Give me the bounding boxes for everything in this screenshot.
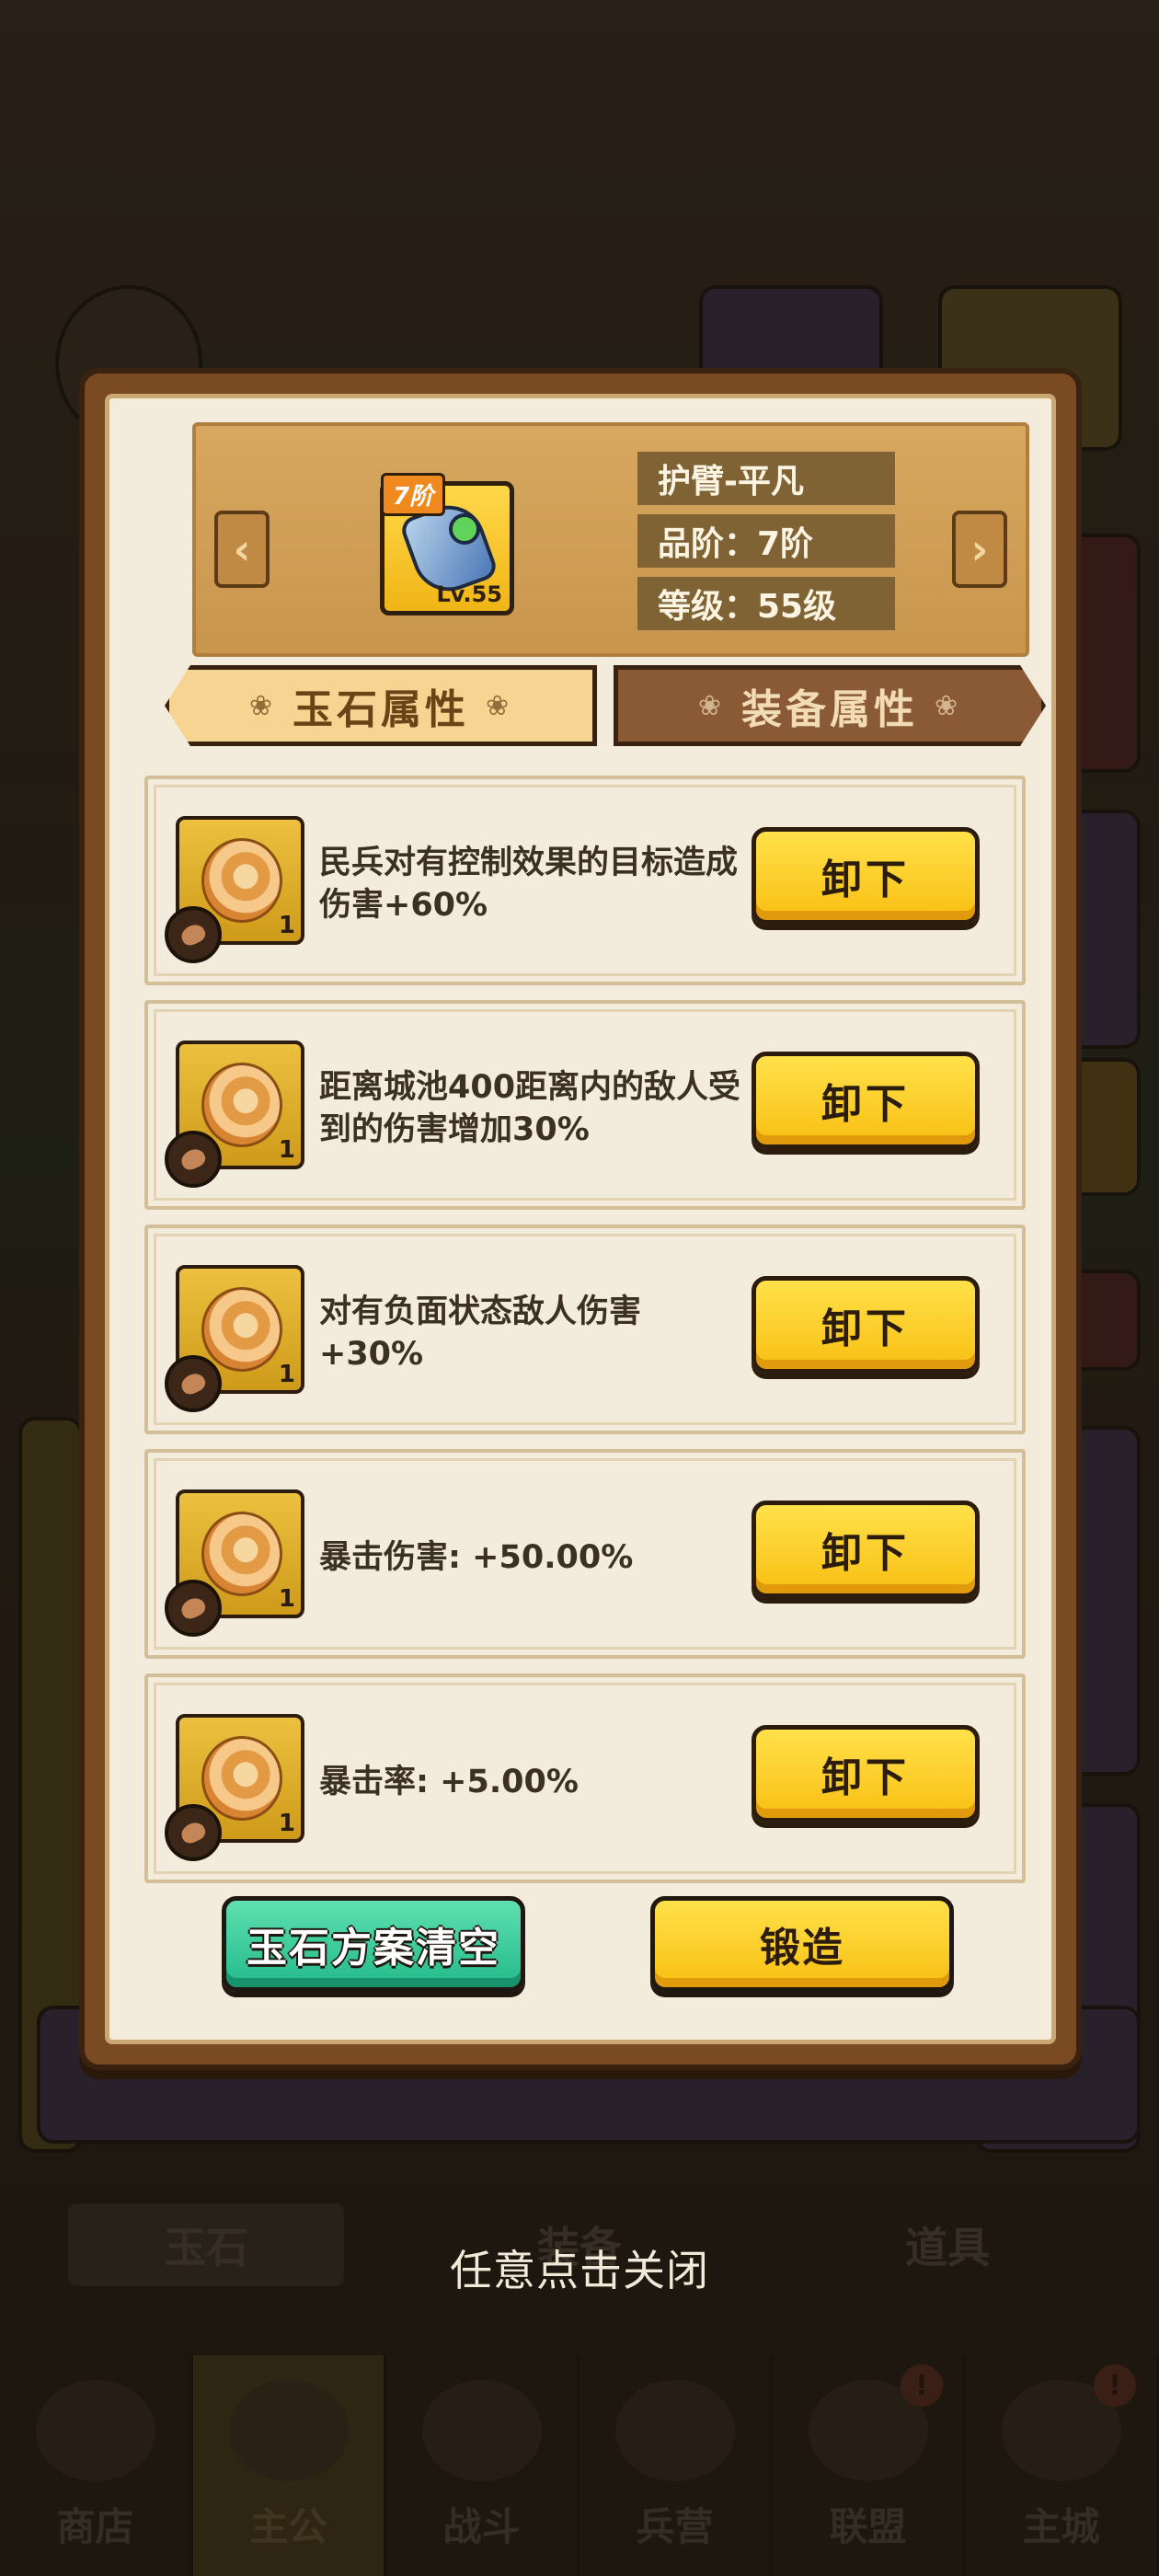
forge-button[interactable]: 锻造 bbox=[650, 1896, 954, 1992]
tab-label: 装备属性 bbox=[741, 686, 918, 733]
cloud-ornament-icon: ❀ bbox=[935, 689, 962, 722]
unload-gem-button[interactable]: 卸下 bbox=[752, 827, 980, 925]
gem-description: 暴击率: +5.00% bbox=[319, 1764, 579, 1800]
close-hint[interactable]: 任意点击关闭 bbox=[0, 2237, 1159, 2298]
clear-gem-plan-button[interactable]: 玉石方案清空 bbox=[222, 1896, 525, 1992]
cloud-ornament-icon: ❀ bbox=[248, 689, 276, 722]
jade-gem-slot[interactable]: 1 bbox=[165, 816, 304, 963]
tab-equipment-attributes[interactable]: ❀ 装备属性 ❀ bbox=[614, 665, 1046, 746]
gem-description: 对有负面状态敌人伤害+30% bbox=[319, 1294, 642, 1373]
jade-gem-slot[interactable]: 1 bbox=[165, 1041, 304, 1188]
equipment-name: 护臂-平凡 bbox=[637, 452, 895, 505]
gem-description: 距离城池400距离内的敌人受到的伤害增加30% bbox=[319, 1069, 741, 1148]
swirl-gem-icon bbox=[201, 1063, 282, 1147]
tab-jade-attributes[interactable]: ❀ 玉石属性 ❀ bbox=[165, 665, 597, 746]
swirl-gem-icon bbox=[201, 1736, 282, 1821]
gem-count: 1 bbox=[278, 1136, 295, 1164]
unload-gem-button[interactable]: 卸下 bbox=[752, 1725, 980, 1823]
gem-row: 1 民兵对有控制效果的目标造成伤害+60% 卸下 bbox=[144, 776, 1026, 985]
equipment-header: ‹ › 7阶 Lv.55 护臂-平凡 品阶：7阶 等级：55级 bbox=[192, 422, 1029, 657]
chevron-right-icon: › bbox=[970, 524, 989, 574]
prev-equipment-button[interactable]: ‹ bbox=[214, 511, 270, 588]
gem-socket-icon bbox=[449, 513, 480, 545]
gem-type-badge-icon bbox=[165, 1804, 222, 1861]
chevron-left-icon: ‹ bbox=[233, 524, 251, 574]
equipment-level: 等级：55级 bbox=[637, 577, 895, 630]
next-equipment-button[interactable]: › bbox=[952, 511, 1007, 588]
tab-label: 玉石属性 bbox=[293, 686, 469, 733]
tier-badge: 7阶 bbox=[381, 473, 446, 516]
cloud-ornament-icon: ❀ bbox=[486, 689, 513, 722]
gem-row: 1 距离城池400距离内的敌人受到的伤害增加30% 卸下 bbox=[144, 1000, 1026, 1210]
gem-count: 1 bbox=[278, 1585, 295, 1613]
unload-gem-button[interactable]: 卸下 bbox=[752, 1052, 980, 1149]
gem-row: 1 对有负面状态敌人伤害+30% 卸下 bbox=[144, 1225, 1026, 1434]
equipment-quality: 品阶：7阶 bbox=[637, 514, 895, 568]
unload-gem-button[interactable]: 卸下 bbox=[752, 1501, 980, 1598]
gem-count: 1 bbox=[278, 1361, 295, 1388]
gem-type-badge-icon bbox=[165, 1355, 222, 1412]
cloud-ornament-icon: ❀ bbox=[697, 689, 725, 722]
jade-gem-slot[interactable]: 1 bbox=[165, 1265, 304, 1412]
gem-type-badge-icon bbox=[165, 906, 222, 963]
gem-description: 民兵对有控制效果的目标造成伤害+60% bbox=[319, 845, 739, 924]
level-badge: Lv.55 bbox=[436, 581, 503, 607]
gem-count: 1 bbox=[278, 912, 295, 939]
equipment-slot[interactable]: 7阶 Lv.55 bbox=[380, 473, 514, 615]
swirl-gem-icon bbox=[201, 1287, 282, 1372]
jade-gem-slot[interactable]: 1 bbox=[165, 1489, 304, 1637]
swirl-gem-icon bbox=[201, 1512, 282, 1596]
gem-type-badge-icon bbox=[165, 1131, 222, 1188]
gem-description: 暴击伤害: +50.00% bbox=[319, 1539, 634, 1576]
gem-count: 1 bbox=[278, 1810, 295, 1837]
gem-dialog: ‹ › 7阶 Lv.55 护臂-平凡 品阶：7阶 等级：55级 ❀ 玉石属性 ❀… bbox=[79, 368, 1082, 2070]
gem-row: 1 暴击率: +5.00% 卸下 bbox=[144, 1673, 1026, 1883]
unload-gem-button[interactable]: 卸下 bbox=[752, 1276, 980, 1374]
dialog-body: ‹ › 7阶 Lv.55 护臂-平凡 品阶：7阶 等级：55级 ❀ 玉石属性 ❀… bbox=[105, 394, 1056, 2044]
gem-type-badge-icon bbox=[165, 1580, 222, 1637]
swirl-gem-icon bbox=[201, 838, 282, 923]
gem-row: 1 暴击伤害: +50.00% 卸下 bbox=[144, 1449, 1026, 1659]
jade-gem-slot[interactable]: 1 bbox=[165, 1714, 304, 1861]
